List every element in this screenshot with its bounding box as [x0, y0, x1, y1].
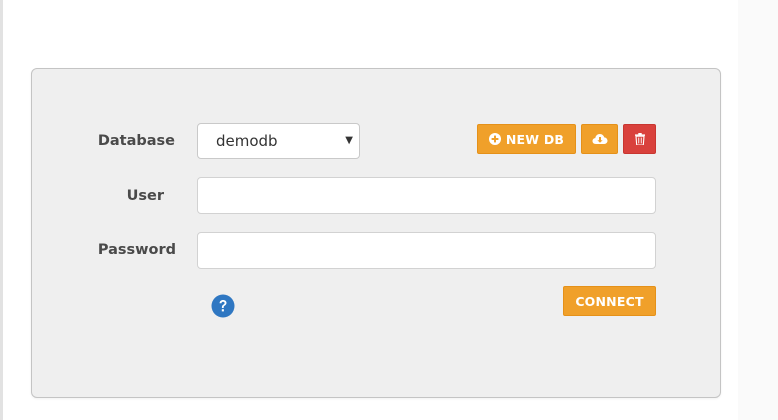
page: Database demodb ▼ NEW DB User Password C… [0, 0, 778, 420]
right-scroll-area [738, 0, 778, 420]
database-label: Database [97, 133, 175, 149]
delete-db-button[interactable] [623, 124, 656, 154]
plus-circle-icon [488, 133, 501, 145]
user-label: User [126, 188, 164, 204]
database-select[interactable]: demodb ▼ [197, 123, 360, 159]
question-circle-icon[interactable] [211, 294, 235, 318]
download-db-button[interactable] [581, 124, 618, 154]
connect-label: CONNECT [575, 293, 644, 309]
user-input[interactable] [197, 177, 656, 214]
password-input[interactable] [197, 232, 656, 269]
password-label: Password [97, 242, 176, 258]
new-db-button[interactable]: NEW DB [477, 124, 576, 154]
cloud-download-icon [592, 133, 608, 145]
connect-button[interactable]: CONNECT [563, 286, 656, 316]
chevron-down-icon: ▼ [345, 135, 353, 146]
new-db-label: NEW DB [505, 131, 565, 147]
database-select-value: demodb [216, 132, 278, 150]
trash-icon [634, 133, 645, 145]
left-divider [0, 0, 3, 420]
